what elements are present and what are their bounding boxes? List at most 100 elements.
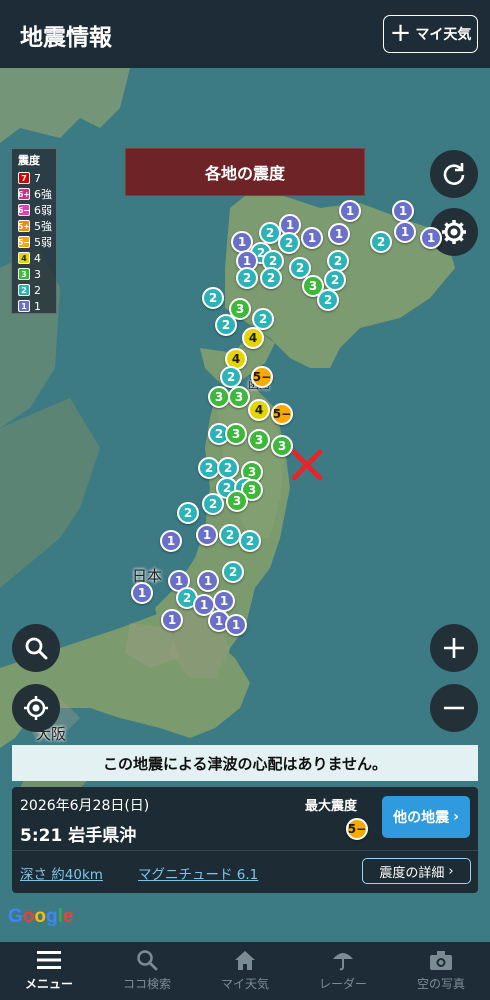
intensity-marker[interactable]: 1 [160, 530, 182, 552]
app-title: 地震情報 [20, 25, 112, 51]
intensity-marker[interactable]: 1 [420, 227, 442, 249]
intensity-marker[interactable]: 2 [177, 502, 199, 524]
legend-label-5-upper: 5強 [34, 220, 52, 233]
gear-icon [442, 220, 466, 244]
legend-badge-3: 3 [18, 268, 30, 280]
camera-icon [430, 951, 452, 970]
legend-item-6-upper: 6+ 6強 [18, 186, 56, 202]
plus-icon [444, 638, 464, 658]
intensity-marker[interactable]: 2 [278, 232, 300, 254]
nav-radar-label: レーダー [318, 977, 367, 991]
intensity-marker[interactable]: 2 [222, 561, 244, 583]
intensity-marker[interactable]: 1 [394, 221, 416, 243]
add-my-weather-button[interactable]: + マイ天気 [383, 15, 478, 53]
current-location-button[interactable] [12, 684, 60, 732]
intensity-marker[interactable]: 2 [317, 289, 339, 311]
intensity-marker[interactable]: 1 [392, 200, 414, 222]
zoom-out-button[interactable] [430, 684, 478, 732]
intensity-marker[interactable]: 2 [260, 267, 282, 289]
minus-icon [444, 706, 464, 710]
home-icon [235, 951, 255, 970]
epicenter-icon[interactable] [290, 448, 324, 482]
legend-item-4: 4 4 [18, 250, 56, 266]
zoom-in-button[interactable] [430, 624, 478, 672]
intensity-marker[interactable]: 5− [271, 403, 293, 425]
legend-item-6-lower: 6− 6弱 [18, 202, 56, 218]
intensity-marker[interactable]: 2 [239, 530, 261, 552]
nav-sky-photo-label: 空の写真 [416, 977, 465, 991]
intensity-marker[interactable]: 2 [370, 231, 392, 253]
intensity-detail-label: 震度の詳細 [379, 865, 445, 881]
intensity-marker[interactable]: 4 [242, 327, 264, 349]
divider [12, 850, 478, 851]
chevron-right-icon: › [453, 809, 459, 825]
legend-label-6-upper: 6強 [34, 188, 52, 201]
intensity-marker[interactable]: 1 [328, 223, 350, 245]
umbrella-icon [333, 953, 353, 971]
max-intensity-label: 最大震度 [305, 799, 358, 814]
search-icon [137, 950, 158, 971]
app-bar: 地震情報 + マイ天気 [0, 0, 490, 68]
max-intensity-badge: 5− [346, 818, 368, 840]
intensity-marker[interactable]: 2 [217, 457, 239, 479]
intensity-marker[interactable]: 2 [236, 267, 258, 289]
intensity-marker[interactable]: 1 [196, 524, 218, 546]
legend-item-1: 1 1 [18, 298, 56, 314]
depth-link[interactable]: 深さ 約40km [20, 863, 103, 883]
intensity-legend: 震度 7 7 6+ 6強 6− 6弱 5+ 5強 5− 5弱 4 4 3 3 2… [11, 148, 57, 314]
intensity-marker[interactable]: 1 [197, 570, 219, 592]
intensity-marker[interactable]: 1 [161, 609, 183, 631]
nav-menu[interactable]: メニュー [0, 942, 98, 1000]
menu-icon [37, 951, 61, 969]
plus-icon: + [389, 17, 412, 48]
quake-info-panel: 2026年6月28日(日) 最大震度 5:21 岩手県沖 5− 他の地震 › 深… [12, 787, 478, 893]
other-quakes-button[interactable]: 他の地震 › [382, 796, 470, 838]
legend-badge-6-lower: 6− [17, 204, 31, 216]
intensity-marker[interactable]: 1 [225, 614, 247, 636]
intensity-detail-button[interactable]: 震度の詳細 › [362, 858, 471, 884]
legend-badge-2: 2 [18, 284, 30, 296]
intensity-marker[interactable]: 2 [202, 493, 224, 515]
intensity-marker[interactable]: 3 [228, 386, 250, 408]
legend-item-5-lower: 5− 5弱 [18, 234, 56, 250]
legend-label-3: 3 [34, 267, 41, 281]
legend-title: 震度 [18, 154, 40, 167]
intensity-marker[interactable]: 5− [251, 366, 273, 388]
intensity-marker[interactable]: 3 [208, 386, 230, 408]
intensity-marker[interactable]: 1 [213, 590, 235, 612]
nav-my-weather[interactable]: マイ天気 [196, 942, 294, 1000]
refresh-button[interactable] [430, 150, 478, 198]
nav-radar[interactable]: レーダー [294, 942, 392, 1000]
intensity-marker[interactable]: 2 [202, 287, 224, 309]
intensity-marker[interactable]: 2 [220, 366, 242, 388]
legend-badge-7: 7 [18, 172, 30, 184]
legend-label-7: 7 [34, 171, 41, 185]
intensity-marker[interactable]: 2 [324, 269, 346, 291]
search-icon [25, 637, 48, 660]
legend-badge-1: 1 [18, 300, 30, 312]
legend-item-3: 3 3 [18, 266, 56, 282]
nav-sky-photo[interactable]: 空の写真 [392, 942, 490, 1000]
add-my-weather-label: マイ天気 [415, 27, 472, 43]
nav-search-label: ココ検索 [122, 977, 171, 991]
nav-search[interactable]: ココ検索 [98, 942, 196, 1000]
legend-item-2: 2 2 [18, 282, 56, 298]
map-banner: 各地の震度 [125, 148, 365, 196]
intensity-marker[interactable]: 3 [226, 490, 248, 512]
intensity-marker[interactable]: 1 [301, 227, 323, 249]
intensity-marker[interactable]: 3 [225, 423, 247, 445]
intensity-marker[interactable]: 3 [248, 429, 270, 451]
legend-label-1: 1 [34, 299, 41, 313]
magnitude-link[interactable]: マグニチュード 6.1 [138, 863, 258, 883]
legend-label-6-lower: 6弱 [34, 204, 52, 217]
legend-label-4: 4 [34, 251, 41, 265]
intensity-marker[interactable]: 1 [339, 200, 361, 222]
intensity-marker[interactable]: 4 [248, 399, 270, 421]
map-search-button[interactable] [12, 624, 60, 672]
intensity-marker[interactable]: 2 [215, 314, 237, 336]
intensity-marker[interactable]: 2 [219, 524, 241, 546]
nav-menu-label: メニュー [24, 977, 73, 991]
intensity-marker[interactable]: 1 [131, 582, 153, 604]
legend-badge-4: 4 [18, 252, 30, 264]
refresh-icon [443, 163, 465, 185]
